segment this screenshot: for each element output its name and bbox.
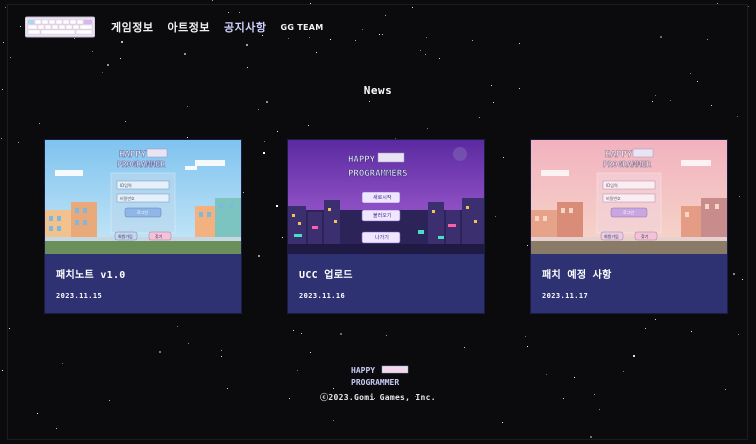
star [748,6,749,7]
card-thumbnail: HAPPY PROGRAMMERS 새로시작 불러오기 나가기 [288,140,484,254]
card-date: 2023.11.17 [542,292,589,300]
keyboard-logo-icon[interactable] [25,16,95,38]
svg-text:로그인: 로그인 [137,209,148,215]
nav-item-notices[interactable]: 공지사항 [224,19,266,35]
star [5,7,6,8]
nav-item-art-info[interactable]: 아트정보 [167,19,209,35]
card-title[interactable]: 패치노트 v1.0 [56,266,126,281]
thumb-programmer-text: PROGRAMMER [117,160,165,169]
svg-text:PROGRAMMERS: PROGRAMMERS [348,169,408,179]
section-title: News [363,84,393,97]
copyright-text: ⓒ2023.Gomi Games, Inc. [320,393,436,402]
card-title[interactable]: 패치 예정 사항 [542,266,612,281]
svg-text:HAPPY: HAPPY [605,150,633,160]
svg-text:PROGRAMMER: PROGRAMMER [603,160,651,169]
nav-item-gg-team[interactable]: GG TEAM [280,23,323,32]
svg-text:비밀번호: 비밀번호 [120,195,135,201]
main-nav: 게임정보 아트정보 공지사항 GG TEAM [111,19,338,35]
svg-text:PROGRAMMER: PROGRAMMER [351,378,399,387]
star [3,42,4,43]
svg-text:로그인: 로그인 [623,209,634,215]
svg-text:비밀번호: 비밀번호 [606,195,621,201]
svg-text:회원가입: 회원가입 [118,233,133,239]
svg-text:나가기: 나가기 [375,234,389,241]
thumb-happy-text: HAPPY [119,150,147,160]
svg-text:ID입력: ID입력 [120,182,132,188]
svg-text:새로시작: 새로시작 [373,194,392,201]
card-thumbnail: HAPPY PROGRAMMER ID입력 비밀번호 로그인 회원가입 찾기 [531,140,727,254]
svg-text:불러오기: 불러오기 [373,212,391,219]
svg-text:찾기: 찾기 [641,233,649,239]
card-date: 2023.11.16 [299,292,346,300]
svg-text:HAPPY: HAPPY [348,155,376,165]
svg-text:ID입력: ID입력 [606,182,618,188]
card-title[interactable]: UCC 업로드 [299,266,353,281]
svg-text:찾기: 찾기 [155,233,163,239]
news-card[interactable]: HAPPY PROGRAMMERS 새로시작 불러오기 나가기 UCC 업로드 … [288,140,484,313]
star [2,370,3,371]
card-date: 2023.11.15 [56,292,103,300]
news-card[interactable]: HAPPY PROGRAMMER ID입력 비밀번호 로그인 회원가입 찾기 패… [45,140,241,313]
news-card[interactable]: HAPPY PROGRAMMER ID입력 비밀번호 로그인 회원가입 찾기 패… [531,140,727,313]
svg-text:회원가입: 회원가입 [604,233,619,239]
card-thumbnail: HAPPY PROGRAMMER ID입력 비밀번호 로그인 회원가입 찾기 [45,140,241,254]
footer-logo: HAPPY PROGRAMMER [351,365,409,387]
star [212,0,213,1]
star [1,138,2,139]
nav-item-game-info[interactable]: 게임정보 [111,19,153,35]
svg-text:HAPPY: HAPPY [351,366,375,375]
